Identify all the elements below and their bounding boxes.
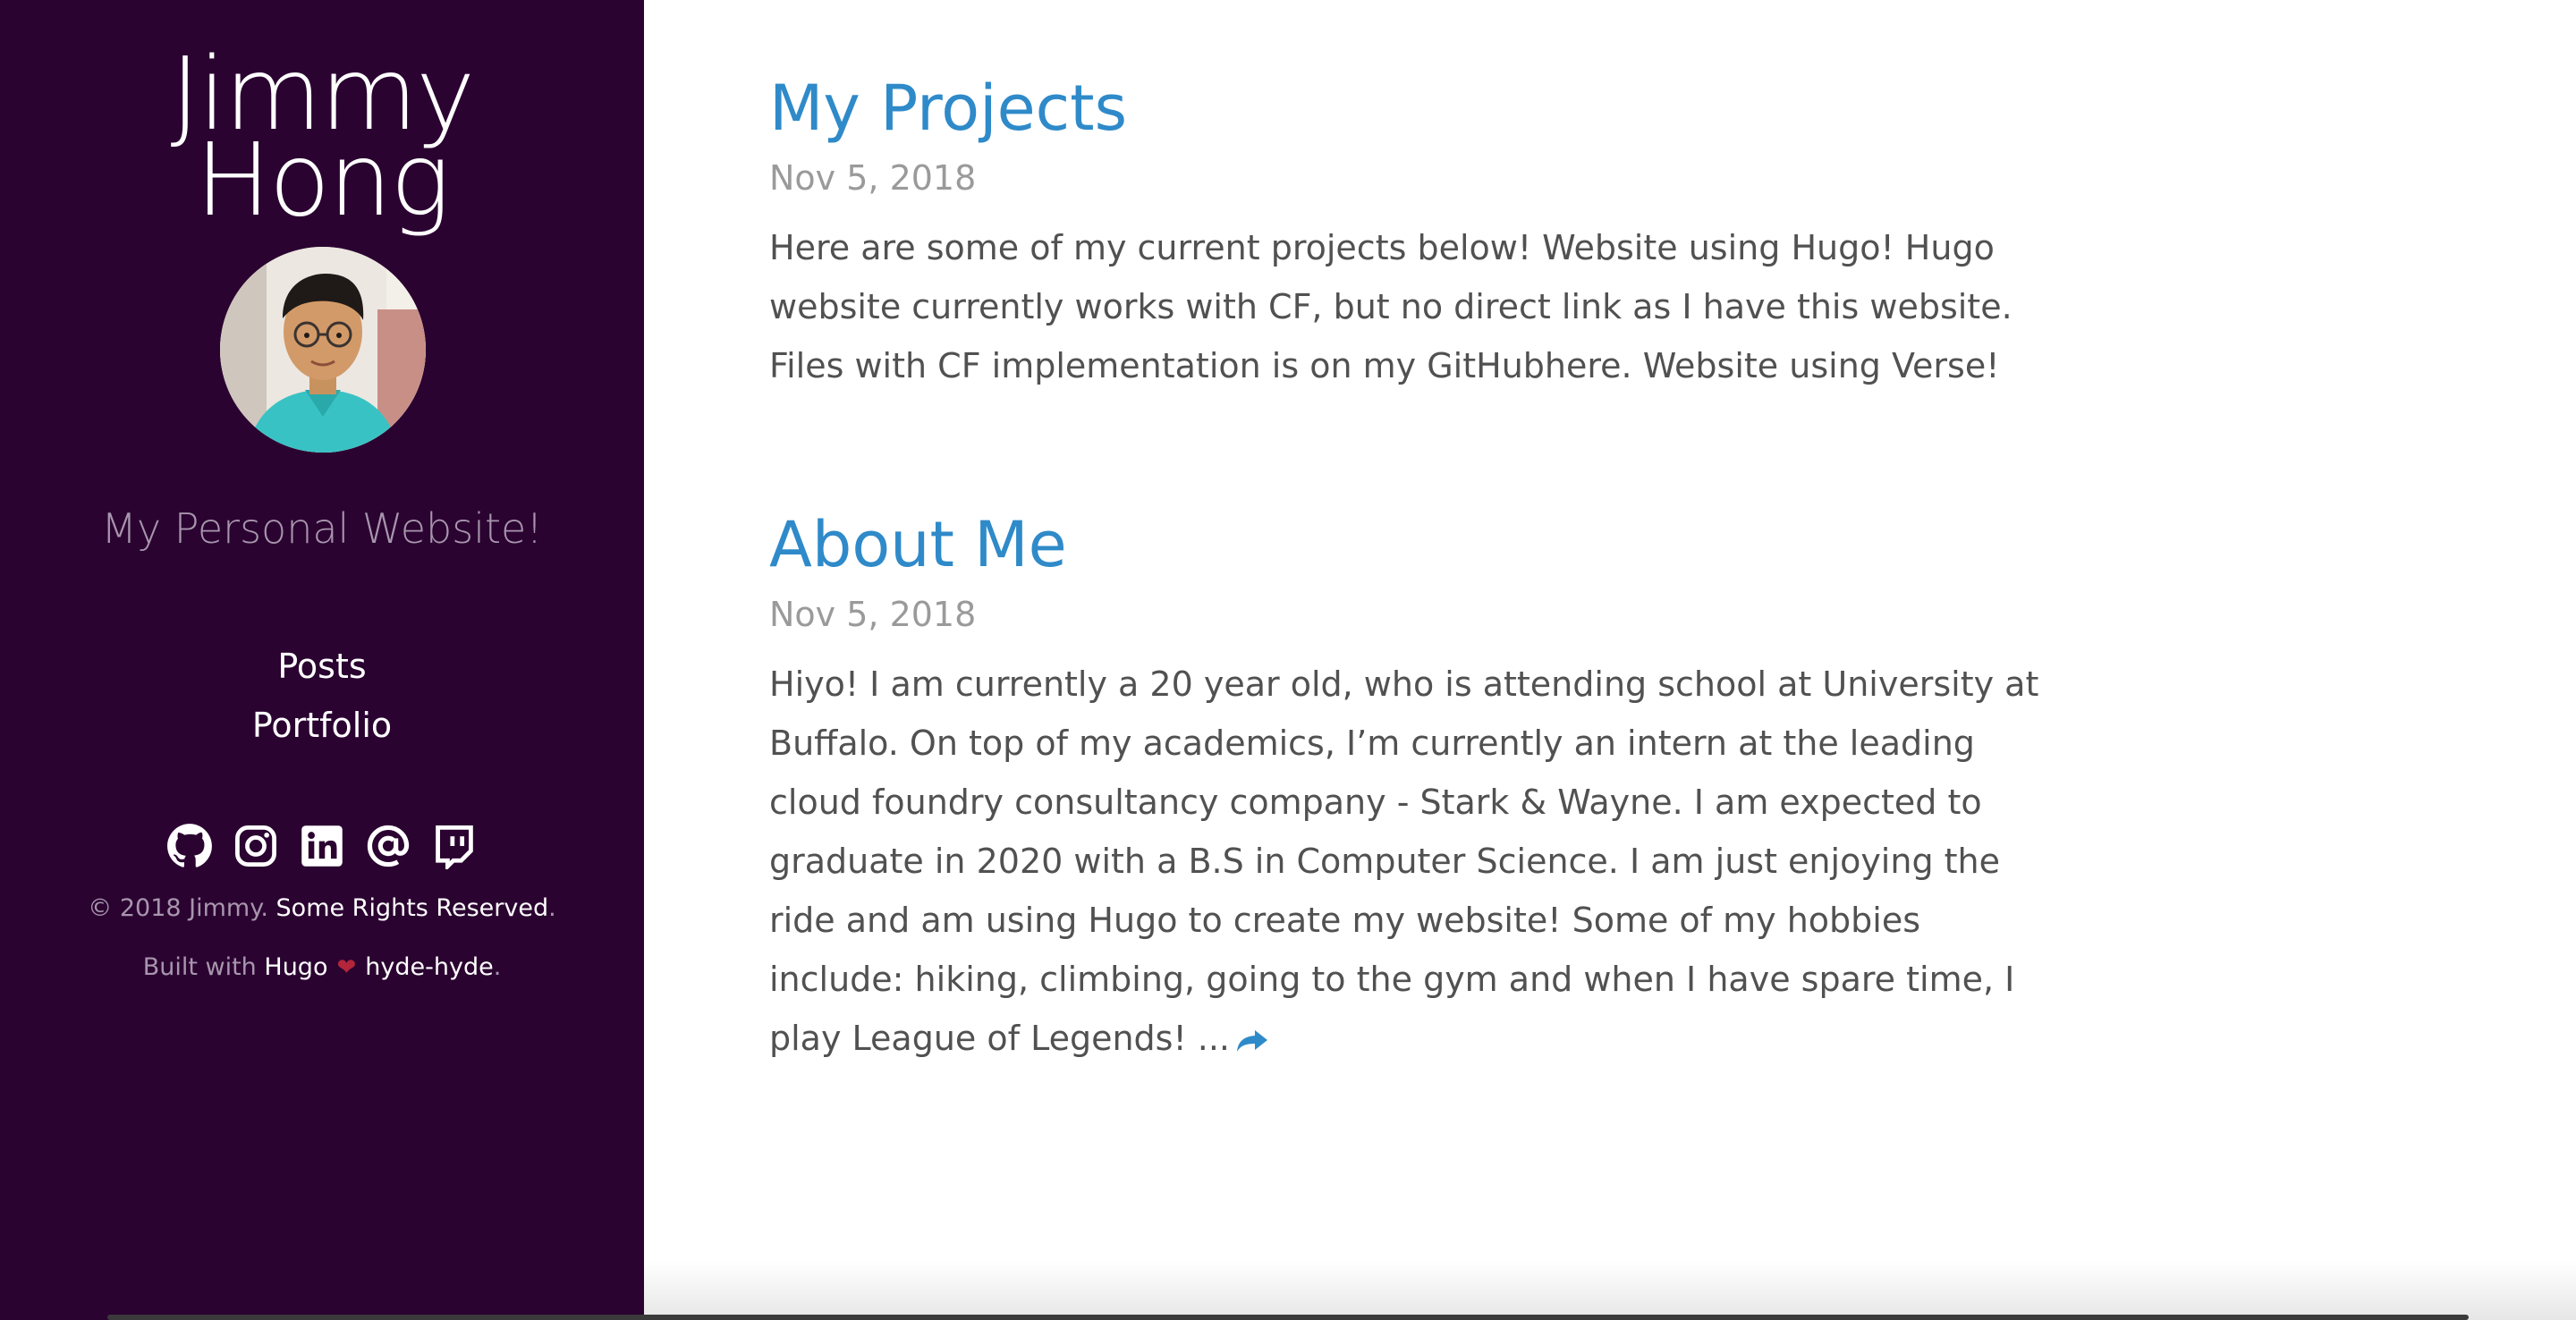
theme-link[interactable]: hyde-hyde [365,953,493,981]
bottom-shadow [644,1261,2576,1320]
post-date: Nov 5, 2018 [769,158,977,198]
copyright-prefix: © 2018 Jimmy. [88,894,276,922]
email-icon[interactable] [365,823,411,869]
read-more-arrow-icon[interactable] [1235,1028,1269,1053]
heart-icon: ❤ [336,954,357,981]
copyright-suffix: . [548,894,556,922]
site-title-line2: Hong [195,123,451,239]
post-title-link[interactable]: My Projects [769,70,2039,147]
built-prefix: Built with [142,953,265,981]
license-link[interactable]: Some Rights Reserved [276,894,549,922]
post-summary: Hiyo! I am currently a 20 year old, who … [769,664,2039,1058]
avatar [220,247,426,453]
site-tagline: My Personal Website! [101,504,543,553]
nav-posts[interactable]: Posts [0,637,644,696]
post-title-link[interactable]: About Me [769,506,2039,583]
instagram-icon[interactable] [233,823,279,869]
post-summary-container: Hiyo! I am currently a 20 year old, who … [769,655,2039,1068]
github-icon[interactable] [166,823,213,869]
post-item: My Projects Nov 5, 2018 Here are some of… [769,70,2039,395]
linkedin-icon[interactable] [299,823,345,869]
post-date: Nov 5, 2018 [769,595,977,634]
bottom-edge-bar [107,1315,2469,1320]
avatar-image [220,247,426,453]
built-with: Built with Hugo ❤ hyde-hyde. [0,953,644,981]
post-item: About Me Nov 5, 2018 Hiyo! I am currentl… [769,506,2039,1068]
hugo-link[interactable]: Hugo [264,953,327,981]
sidebar: Jimmy Hong My Personal Website! Posts Po… [0,0,644,1320]
social-links [0,823,644,869]
site-title[interactable]: Jimmy Hong [0,45,644,231]
sidebar-nav: Posts Portfolio [0,637,644,755]
built-suffix: . [493,953,502,981]
post-summary: Here are some of my current projects bel… [769,228,2012,385]
copyright: © 2018 Jimmy. Some Rights Reserved. [0,894,644,922]
twitch-icon[interactable] [431,823,478,869]
nav-portfolio[interactable]: Portfolio [0,696,644,755]
